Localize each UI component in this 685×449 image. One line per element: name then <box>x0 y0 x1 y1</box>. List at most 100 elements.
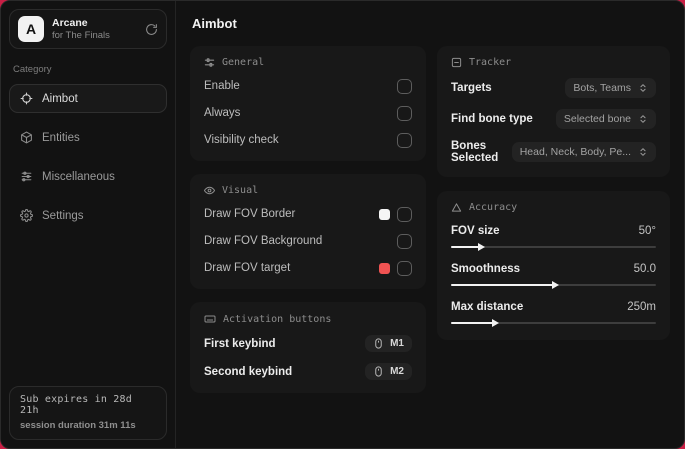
slider-thumb[interactable] <box>492 319 500 327</box>
scan-icon <box>451 57 462 68</box>
setting-label: Always <box>204 107 241 119</box>
cube-icon <box>20 131 33 144</box>
refresh-icon[interactable] <box>145 23 158 36</box>
setting-row-fov-size: FOV size 50° <box>451 225 656 251</box>
general-settings-icon <box>204 57 215 68</box>
setting-label: Draw FOV Background <box>204 235 323 247</box>
select-value: Selected bone <box>563 113 631 125</box>
sidebar-item-miscellaneous[interactable]: Miscellaneous <box>9 162 167 191</box>
visibility-check-checkbox[interactable] <box>397 132 412 148</box>
slider-header: FOV size 50° <box>451 225 656 237</box>
page-title: Aimbot <box>192 16 237 31</box>
select-value: Head, Neck, Body, Pe... <box>519 146 631 158</box>
sidebar-item-settings[interactable]: Settings <box>9 201 167 230</box>
sidebar-item-label: Settings <box>42 209 84 222</box>
mouse-icon <box>373 338 384 349</box>
mouse-icon <box>373 366 384 377</box>
general-card: General Enable Always Visibility check <box>190 46 426 161</box>
targets-select[interactable]: Bots, Teams <box>565 78 656 98</box>
right-column: Tracker Targets Bots, Teams Find bone ty… <box>437 46 670 340</box>
gear-icon <box>20 209 33 222</box>
slider-fill <box>451 284 554 286</box>
always-checkbox[interactable] <box>397 105 412 121</box>
keybind-value: M1 <box>390 338 404 349</box>
crosshair-icon <box>20 92 33 105</box>
visual-card-title: Visual <box>222 185 259 196</box>
sub-expiry-text: Sub expires in 28d 21h <box>20 394 132 416</box>
max-distance-slider[interactable] <box>451 319 656 327</box>
main-content: Aimbot General Enable Always Visibility … <box>176 1 684 448</box>
accuracy-card: Accuracy FOV size 50° Smoothness 50.0 Ma… <box>437 191 670 340</box>
session-duration-text: session duration 31m 11s <box>20 420 136 431</box>
slider-fill <box>451 246 480 248</box>
activation-card-title: Activation buttons <box>223 313 332 325</box>
bones-selected-select[interactable]: Head, Neck, Body, Pe... <box>511 142 656 162</box>
setting-label: Enable <box>204 80 240 92</box>
smoothness-value: 50.0 <box>633 263 656 275</box>
general-card-title: General <box>222 57 265 68</box>
setting-row-targets: Targets Bots, Teams <box>451 78 656 98</box>
enable-checkbox[interactable] <box>397 78 412 94</box>
max-distance-value: 250m <box>627 301 656 313</box>
subscription-status-card: Sub expires in 28d 21h session duration … <box>9 386 167 440</box>
row-controls <box>397 233 412 249</box>
brand-name: Arcane <box>52 16 88 29</box>
card-columns: General Enable Always Visibility check V… <box>190 46 670 393</box>
slider-fill <box>451 322 495 324</box>
slider-thumb[interactable] <box>477 243 485 251</box>
setting-label: Second keybind <box>204 365 293 378</box>
sidebar-nav: Aimbot Entities Miscellaneous Settings <box>9 84 167 230</box>
setting-row-first-keybind: First keybind M1 <box>204 335 412 352</box>
category-label: Category <box>13 64 52 75</box>
setting-row-max-distance: Max distance 250m <box>451 301 656 327</box>
setting-row-find-bone-type: Find bone type Selected bone <box>451 109 656 129</box>
setting-label: Max distance <box>451 301 524 313</box>
draw-fov-background-checkbox[interactable] <box>397 233 412 249</box>
setting-row-bones-selected: Bones Selected Head, Neck, Body, Pe... <box>451 140 656 164</box>
keybind-value: M2 <box>390 366 404 377</box>
fov-size-value: 50° <box>638 225 656 237</box>
draw-fov-target-checkbox[interactable] <box>397 260 412 276</box>
visual-card: Visual Draw FOV Border Draw FOV Backgrou… <box>190 174 426 289</box>
visual-card-header: Visual <box>204 185 412 196</box>
fov-size-slider[interactable] <box>451 243 656 251</box>
eye-icon <box>204 185 215 196</box>
setting-row-draw-fov-target: Draw FOV target <box>204 260 412 276</box>
setting-label: First keybind <box>204 337 276 350</box>
first-keybind-button[interactable]: M1 <box>365 335 412 352</box>
find-bone-type-select[interactable]: Selected bone <box>555 109 656 129</box>
setting-row-smoothness: Smoothness 50.0 <box>451 263 656 289</box>
tracker-card-header: Tracker <box>451 57 656 68</box>
setting-label: Draw FOV Border <box>204 208 296 220</box>
left-column: General Enable Always Visibility check V… <box>190 46 426 393</box>
slider-thumb[interactable] <box>551 281 559 289</box>
second-keybind-button[interactable]: M2 <box>365 363 412 380</box>
smoothness-slider[interactable] <box>451 281 656 289</box>
fov-target-color-swatch[interactable] <box>379 262 390 274</box>
tracker-card-title: Tracker <box>469 57 512 68</box>
sliders-icon <box>20 170 33 183</box>
slider-header: Smoothness 50.0 <box>451 263 656 275</box>
row-controls <box>379 260 412 276</box>
brand-subtitle: for The Finals <box>52 29 110 41</box>
setting-label: Bones Selected <box>451 140 499 164</box>
sidebar-item-label: Entities <box>42 131 80 144</box>
sidebar-item-aimbot[interactable]: Aimbot <box>9 84 167 113</box>
activation-card-header: Activation buttons <box>204 313 412 325</box>
general-card-header: General <box>204 57 412 68</box>
accuracy-card-title: Accuracy <box>469 202 518 213</box>
keyboard-icon <box>204 313 216 325</box>
fov-border-color-swatch[interactable] <box>379 208 390 220</box>
setting-row-second-keybind: Second keybind M2 <box>204 363 412 380</box>
chevrons-up-down-icon <box>638 114 648 124</box>
tracker-card: Tracker Targets Bots, Teams Find bone ty… <box>437 46 670 177</box>
draw-fov-border-checkbox[interactable] <box>397 206 412 222</box>
slider-header: Max distance 250m <box>451 301 656 313</box>
desktop-backdrop: A Arcane for The Finals Category Aimbot … <box>0 0 685 449</box>
brand-text: Arcane for The Finals <box>52 17 137 42</box>
triangle-icon <box>451 202 462 213</box>
brand-logo: A <box>18 16 44 42</box>
sidebar-item-entities[interactable]: Entities <box>9 123 167 152</box>
setting-row-always: Always <box>204 105 412 121</box>
